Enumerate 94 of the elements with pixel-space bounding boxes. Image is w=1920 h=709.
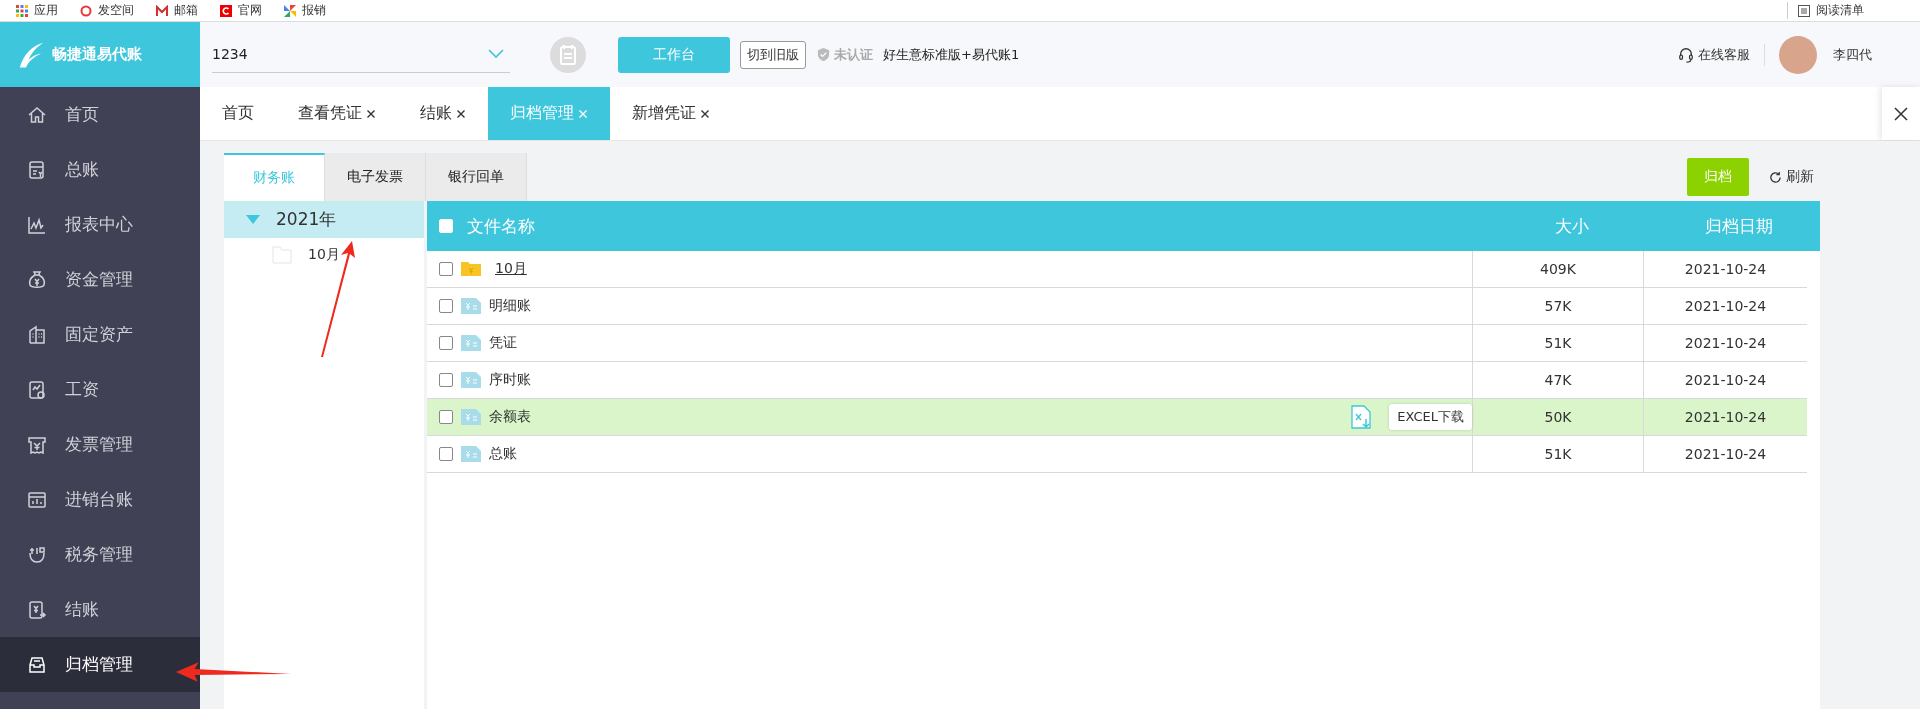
tree-item[interactable]: 2021年 [224, 201, 424, 238]
table-cell: 2021-10-24 [1643, 325, 1807, 361]
tree-item[interactable]: 10月 [224, 238, 424, 272]
mail-logo-icon [156, 4, 168, 17]
page-tab[interactable]: 新增凭证 [610, 87, 732, 140]
row-checkbox[interactable] [439, 336, 453, 350]
file-icon [461, 335, 481, 351]
row-checkbox[interactable] [439, 262, 453, 276]
excel-download-icon[interactable] [1351, 405, 1372, 429]
certification-status: 未认证 [834, 45, 873, 64]
file-icon [461, 372, 481, 388]
refresh-button[interactable]: 刷新 [1763, 167, 1820, 187]
close-icon[interactable] [456, 108, 466, 119]
headset-icon [1678, 46, 1694, 63]
sidebar-item[interactable]: 发票管理 [0, 417, 200, 472]
column-header: 大小 [1554, 214, 1590, 238]
chevron-down-icon [488, 49, 504, 59]
folder-link[interactable]: 10月 [495, 260, 527, 278]
table-cell: 2021-10-24 [1643, 399, 1807, 435]
closing-icon [27, 599, 47, 620]
logo-text: 畅捷通易代账 [52, 45, 142, 64]
table-cell: 2021-10-24 [1643, 436, 1807, 472]
switch-version-button[interactable]: 切到旧版 [740, 40, 806, 69]
table-cell: 51K [1472, 436, 1643, 472]
bookmark-link[interactable]: 邮箱 [174, 2, 198, 19]
user-name[interactable]: 李四代 [1833, 45, 1872, 64]
row-checkbox[interactable] [439, 299, 453, 313]
moneybag-icon [27, 269, 47, 290]
sidebar-item[interactable]: 进销台账 [0, 472, 200, 527]
reading-list-link[interactable]: 阅读清单 [1816, 2, 1864, 19]
page-tab[interactable]: 结账 [398, 87, 488, 140]
page-tab[interactable]: 首页 [200, 87, 276, 140]
apps-grid-icon [16, 4, 28, 17]
row-checkbox[interactable] [439, 447, 453, 461]
sidebar-item[interactable]: 首页 [0, 87, 200, 142]
building-icon [27, 324, 47, 345]
table-cell: 2021-10-24 [1643, 251, 1807, 287]
column-header: 文件名称 [467, 214, 535, 238]
table-cell: 409K [1472, 251, 1643, 287]
file-icon [461, 409, 481, 425]
avatar[interactable] [1779, 35, 1817, 74]
close-icon [1894, 106, 1908, 121]
folder-icon [461, 261, 481, 277]
product-name: 好生意标准版+易代账1 [883, 45, 1020, 64]
file-name: 序时账 [489, 371, 531, 389]
company-select[interactable]: 1234 [212, 36, 510, 73]
sidebar-item[interactable]: 总账 [0, 142, 200, 197]
row-checkbox[interactable] [439, 410, 453, 424]
close-button[interactable] [1882, 87, 1920, 140]
bookmark-link[interactable]: 官网 [238, 2, 262, 19]
row-checkbox[interactable] [439, 373, 453, 387]
sidebar-item[interactable]: 报表中心 [0, 197, 200, 252]
sidebar-item[interactable]: 固定资产 [0, 307, 200, 362]
sidebar-item[interactable]: 资金管理 [0, 252, 200, 307]
table-cell: 57K [1472, 288, 1643, 324]
stock-icon [27, 489, 47, 510]
sidebar-item[interactable]: 归档管理 [0, 637, 200, 692]
table-cell: 2021-10-24 [1643, 362, 1807, 398]
table-cell: 51K [1472, 325, 1643, 361]
select-all-checkbox[interactable] [439, 219, 453, 233]
column-header: 归档日期 [1703, 214, 1774, 238]
bookmark-link[interactable]: 应用 [34, 2, 58, 19]
online-support-link[interactable]: 在线客服 [1698, 45, 1750, 64]
page-tab[interactable]: 查看凭证 [276, 87, 398, 140]
home-icon [27, 104, 47, 125]
pinwheel-icon [284, 4, 296, 17]
refresh-icon [1769, 170, 1782, 184]
file-name: 凭证 [489, 334, 517, 352]
c-logo-icon [220, 4, 232, 17]
sidebar-item[interactable]: 税务管理 [0, 527, 200, 582]
table-cell: 47K [1472, 362, 1643, 398]
file-name: 总账 [489, 445, 517, 463]
bookmark-link[interactable]: 报销 [302, 2, 326, 19]
invoice-icon [27, 434, 47, 455]
close-icon[interactable] [700, 108, 710, 119]
table-cell: 50K [1472, 399, 1643, 435]
archive-icon [27, 654, 47, 675]
payroll-icon [27, 379, 47, 400]
shield-icon [816, 47, 831, 62]
file-icon [461, 446, 481, 462]
file-icon [461, 298, 481, 314]
sidebar-item[interactable]: 工资 [0, 362, 200, 417]
bookmark-link[interactable]: 发空间 [98, 2, 134, 19]
ledger-icon [27, 159, 47, 180]
close-icon[interactable] [366, 108, 376, 119]
sub-tab[interactable]: 银行回单 [426, 153, 527, 201]
file-name: 明细账 [489, 297, 531, 315]
sub-tab[interactable]: 电子发票 [325, 153, 426, 201]
chart-icon [27, 214, 47, 235]
file-name: 余额表 [489, 408, 531, 426]
table-cell: 2021-10-24 [1643, 288, 1807, 324]
sidebar-item[interactable]: 结账 [0, 582, 200, 637]
tooltip: EXCEL下载 [1389, 404, 1472, 430]
caret-icon [246, 214, 260, 225]
